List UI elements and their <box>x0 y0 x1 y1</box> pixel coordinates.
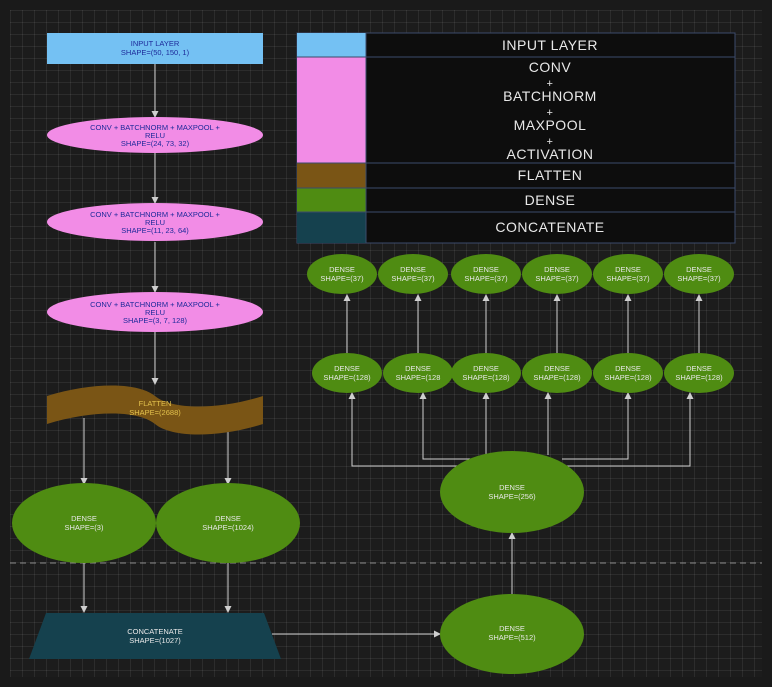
dense-title: DENSE <box>400 265 426 274</box>
node-conv-block-2: CONV + BATCHNORM + MAXPOOL + RELU SHAPE=… <box>47 203 263 241</box>
conv-block-shape: SHAPE=(11, 23, 64) <box>121 226 189 235</box>
dense-node: DENSESHAPE=(128 <box>383 353 453 393</box>
dense-shape: SHAPE=(3) <box>65 523 104 532</box>
input-layer-title: INPUT LAYER <box>131 39 180 48</box>
dense-node: DENSESHAPE=(37) <box>522 254 592 294</box>
dense-node: DENSESHAPE=(37) <box>378 254 448 294</box>
edge-arrow <box>348 392 480 467</box>
legend-label-flatten: FLATTEN <box>518 167 583 183</box>
dense-shape: SHAPE=(128) <box>533 373 581 382</box>
node-input-layer: INPUT LAYER SHAPE=(50, 150, 1) <box>47 33 263 64</box>
dense-128-row: DENSESHAPE=(128)DENSESHAPE=(128DENSESHAP… <box>312 353 734 393</box>
dense-title: DENSE <box>686 265 712 274</box>
dense-shape: SHAPE=(37) <box>391 274 435 283</box>
dense-title: DENSE <box>615 265 641 274</box>
node-conv-block-1: CONV + BATCHNORM + MAXPOOL + RELU SHAPE=… <box>47 117 263 153</box>
node-flatten: FLATTEN SHAPE=(2688) <box>47 385 263 435</box>
dense-shape: SHAPE=(1024) <box>202 523 254 532</box>
node-dense-256: DENSE SHAPE=(256) <box>440 451 584 533</box>
node-concatenate: CONCATENATE SHAPE=(1027) <box>29 613 281 659</box>
flatten-shape-label: SHAPE=(2688) <box>129 408 181 417</box>
dense-title: DENSE <box>544 265 570 274</box>
dense-shape: SHAPE=(37) <box>677 274 721 283</box>
dense-shape: SHAPE=(37) <box>606 274 650 283</box>
dense-shape: SHAPE=(37) <box>464 274 508 283</box>
dense-node: DENSESHAPE=(128) <box>664 353 734 393</box>
dense-node: DENSESHAPE=(128) <box>451 353 521 393</box>
legend-label-activation: ACTIVATION <box>507 146 594 162</box>
dense-node: DENSESHAPE=(37) <box>664 254 734 294</box>
dense-title: DENSE <box>71 514 97 523</box>
legend-label-input: INPUT LAYER <box>502 37 598 53</box>
dense-shape: SHAPE=(37) <box>535 274 579 283</box>
dense-title: DENSE <box>329 265 355 274</box>
dense-shape: SHAPE=(256) <box>488 492 536 501</box>
node-dense-512: DENSE SHAPE=(512) <box>440 594 584 674</box>
legend-label-batchnorm: BATCHNORM <box>503 88 597 104</box>
legend-swatch-concatenate <box>297 212 366 243</box>
dense-node: DENSESHAPE=(128) <box>593 353 663 393</box>
node-conv-block-3: CONV + BATCHNORM + MAXPOOL + RELU SHAPE=… <box>47 292 263 332</box>
dense-title: DENSE <box>615 364 641 373</box>
input-layer-shape: SHAPE=(50, 150, 1) <box>121 48 190 57</box>
dense-node: DENSESHAPE=(37) <box>451 254 521 294</box>
dense-title: DENSE <box>215 514 241 523</box>
dense-title: DENSE <box>686 364 712 373</box>
legend-swatch-flatten <box>297 163 366 188</box>
dense-node: DENSESHAPE=(37) <box>307 254 377 294</box>
edge-arrow <box>419 392 490 460</box>
dense-title: DENSE <box>473 364 499 373</box>
dense-title: DENSE <box>473 265 499 274</box>
dense-node: DENSESHAPE=(37) <box>593 254 663 294</box>
concatenate-shape-label: SHAPE=(1027) <box>129 636 181 645</box>
dense-shape: SHAPE=(512) <box>488 633 536 642</box>
dense-shape: SHAPE=(37) <box>320 274 364 283</box>
legend-label-conv: CONV <box>529 59 572 75</box>
dense-node: DENSESHAPE=(128) <box>522 353 592 393</box>
node-dense-1024: DENSE SHAPE=(1024) <box>156 483 300 563</box>
legend-swatch-input <box>297 33 366 57</box>
edge-arrow <box>562 392 632 460</box>
dense-shape: SHAPE=(128) <box>604 373 652 382</box>
legend-label-maxpool: MAXPOOL <box>514 117 587 133</box>
conv-block-shape: SHAPE=(3, 7, 128) <box>123 316 187 325</box>
dense-title: DENSE <box>499 624 525 633</box>
conv-block-shape: SHAPE=(24, 73, 32) <box>121 139 190 148</box>
legend: INPUT LAYER CONV + BATCHNORM + MAXPOOL +… <box>296 32 736 244</box>
dense-node: DENSESHAPE=(128) <box>312 353 382 393</box>
right-connectors <box>343 294 703 594</box>
node-dense-3: DENSE SHAPE=(3) <box>12 483 156 563</box>
concatenate-title: CONCATENATE <box>127 627 183 636</box>
dense-title: DENSE <box>544 364 570 373</box>
network-diagram: INPUT LAYER CONV + BATCHNORM + MAXPOOL +… <box>10 32 762 674</box>
dense-37-row: DENSESHAPE=(37)DENSESHAPE=(37)DENSESHAPE… <box>307 254 734 294</box>
flatten-title: FLATTEN <box>139 399 172 408</box>
dense-shape: SHAPE=(128) <box>323 373 371 382</box>
dense-title: DENSE <box>499 483 525 492</box>
legend-label-dense: DENSE <box>525 192 576 208</box>
dense-shape: SHAPE=(128) <box>462 373 510 382</box>
legend-swatch-conv <box>297 57 366 163</box>
legend-label-concatenate: CONCATENATE <box>495 219 604 235</box>
dense-title: DENSE <box>334 364 360 373</box>
dense-shape: SHAPE=(128) <box>675 373 723 382</box>
dense-title: DENSE <box>405 364 431 373</box>
dense-shape: SHAPE=(128 <box>396 373 441 382</box>
legend-swatch-dense <box>297 188 366 212</box>
